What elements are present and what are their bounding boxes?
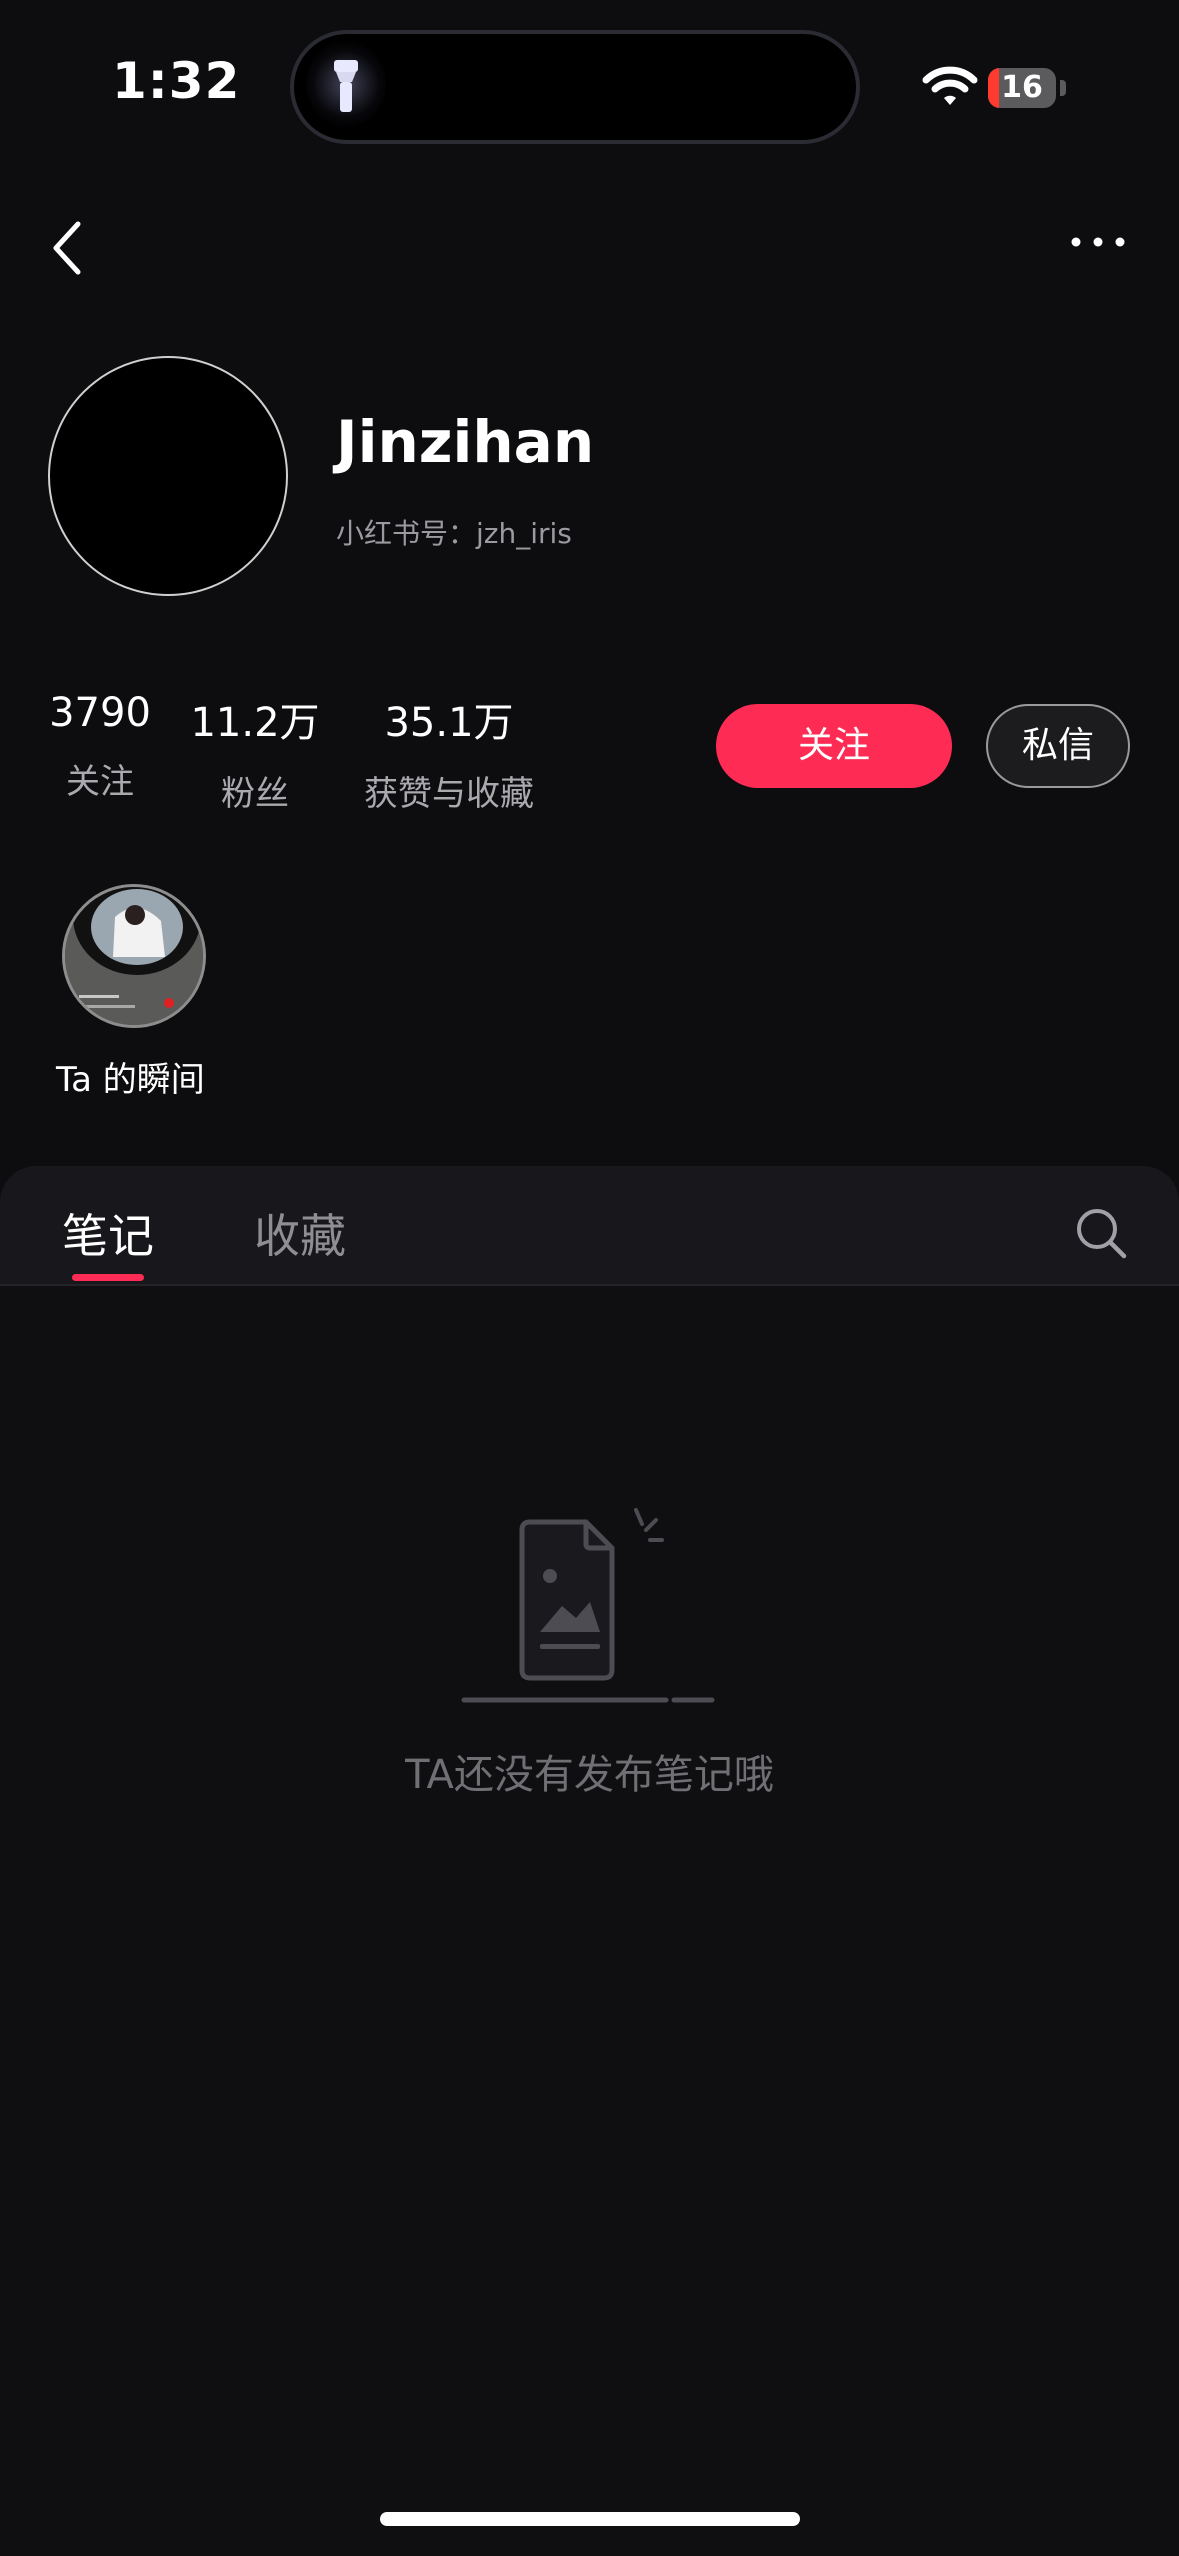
battery-icon: 16 [988, 68, 1056, 108]
moment-image [65, 887, 203, 1025]
battery-level: 16 [1001, 70, 1043, 105]
more-icon[interactable] [1068, 232, 1128, 252]
battery-cap [1060, 80, 1066, 96]
status-time: 1:32 [112, 52, 241, 110]
stat-following[interactable]: 3790 关注 [48, 690, 152, 803]
active-tab-indicator [72, 1274, 144, 1281]
stat-following-value: 3790 [49, 690, 151, 736]
tab-collections[interactable]: 收藏 [254, 1200, 346, 1266]
empty-state-text: TA还没有发布笔记哦 [405, 1752, 774, 1798]
avatar[interactable] [48, 356, 288, 596]
home-indicator[interactable] [380, 2512, 800, 2526]
moments-label: Ta 的瞬间 [56, 1060, 205, 1100]
back-icon[interactable] [48, 218, 88, 278]
stat-followers[interactable]: 11.2万 粉丝 [186, 690, 324, 815]
content-area [0, 1286, 1179, 2556]
stat-likes-label: 获赞与收藏 [364, 774, 534, 814]
stat-likes-value: 35.1万 [384, 700, 514, 746]
flashlight-icon [334, 60, 358, 112]
stat-following-label: 关注 [66, 762, 134, 802]
tab-notes[interactable]: 笔记 [62, 1200, 154, 1266]
tabs-divider [0, 1284, 1179, 1286]
follow-button[interactable]: 关注 [716, 704, 952, 788]
profile-name: Jinzihan [336, 408, 595, 476]
wifi-icon [922, 66, 978, 105]
message-button[interactable]: 私信 [986, 704, 1130, 788]
profile-id[interactable]: 小红书号：jzh_iris [336, 512, 572, 552]
empty-notes-icon [461, 1508, 715, 1703]
stat-followers-value: 11.2万 [190, 700, 320, 746]
search-icon[interactable] [1074, 1206, 1128, 1260]
stat-followers-label: 粉丝 [221, 774, 289, 814]
stat-likes-collections[interactable]: 35.1万 获赞与收藏 [354, 690, 544, 815]
moment-thumbnail[interactable] [62, 884, 206, 1028]
